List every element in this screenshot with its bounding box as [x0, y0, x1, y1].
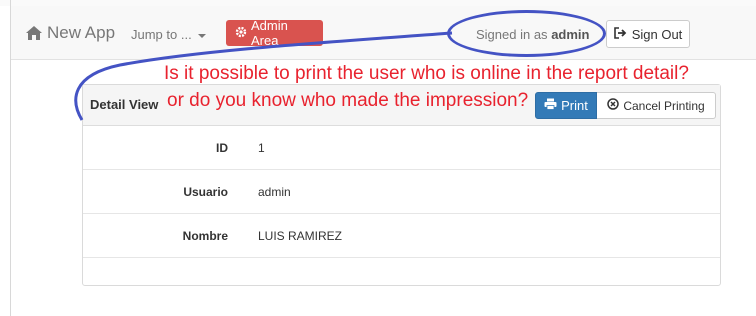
annotation-arc: [74, 31, 453, 121]
annotation-question-line1: Is it possible to print the user who is …: [164, 63, 689, 84]
annotation-question-line2: or do you know who made the impression?: [167, 90, 529, 111]
